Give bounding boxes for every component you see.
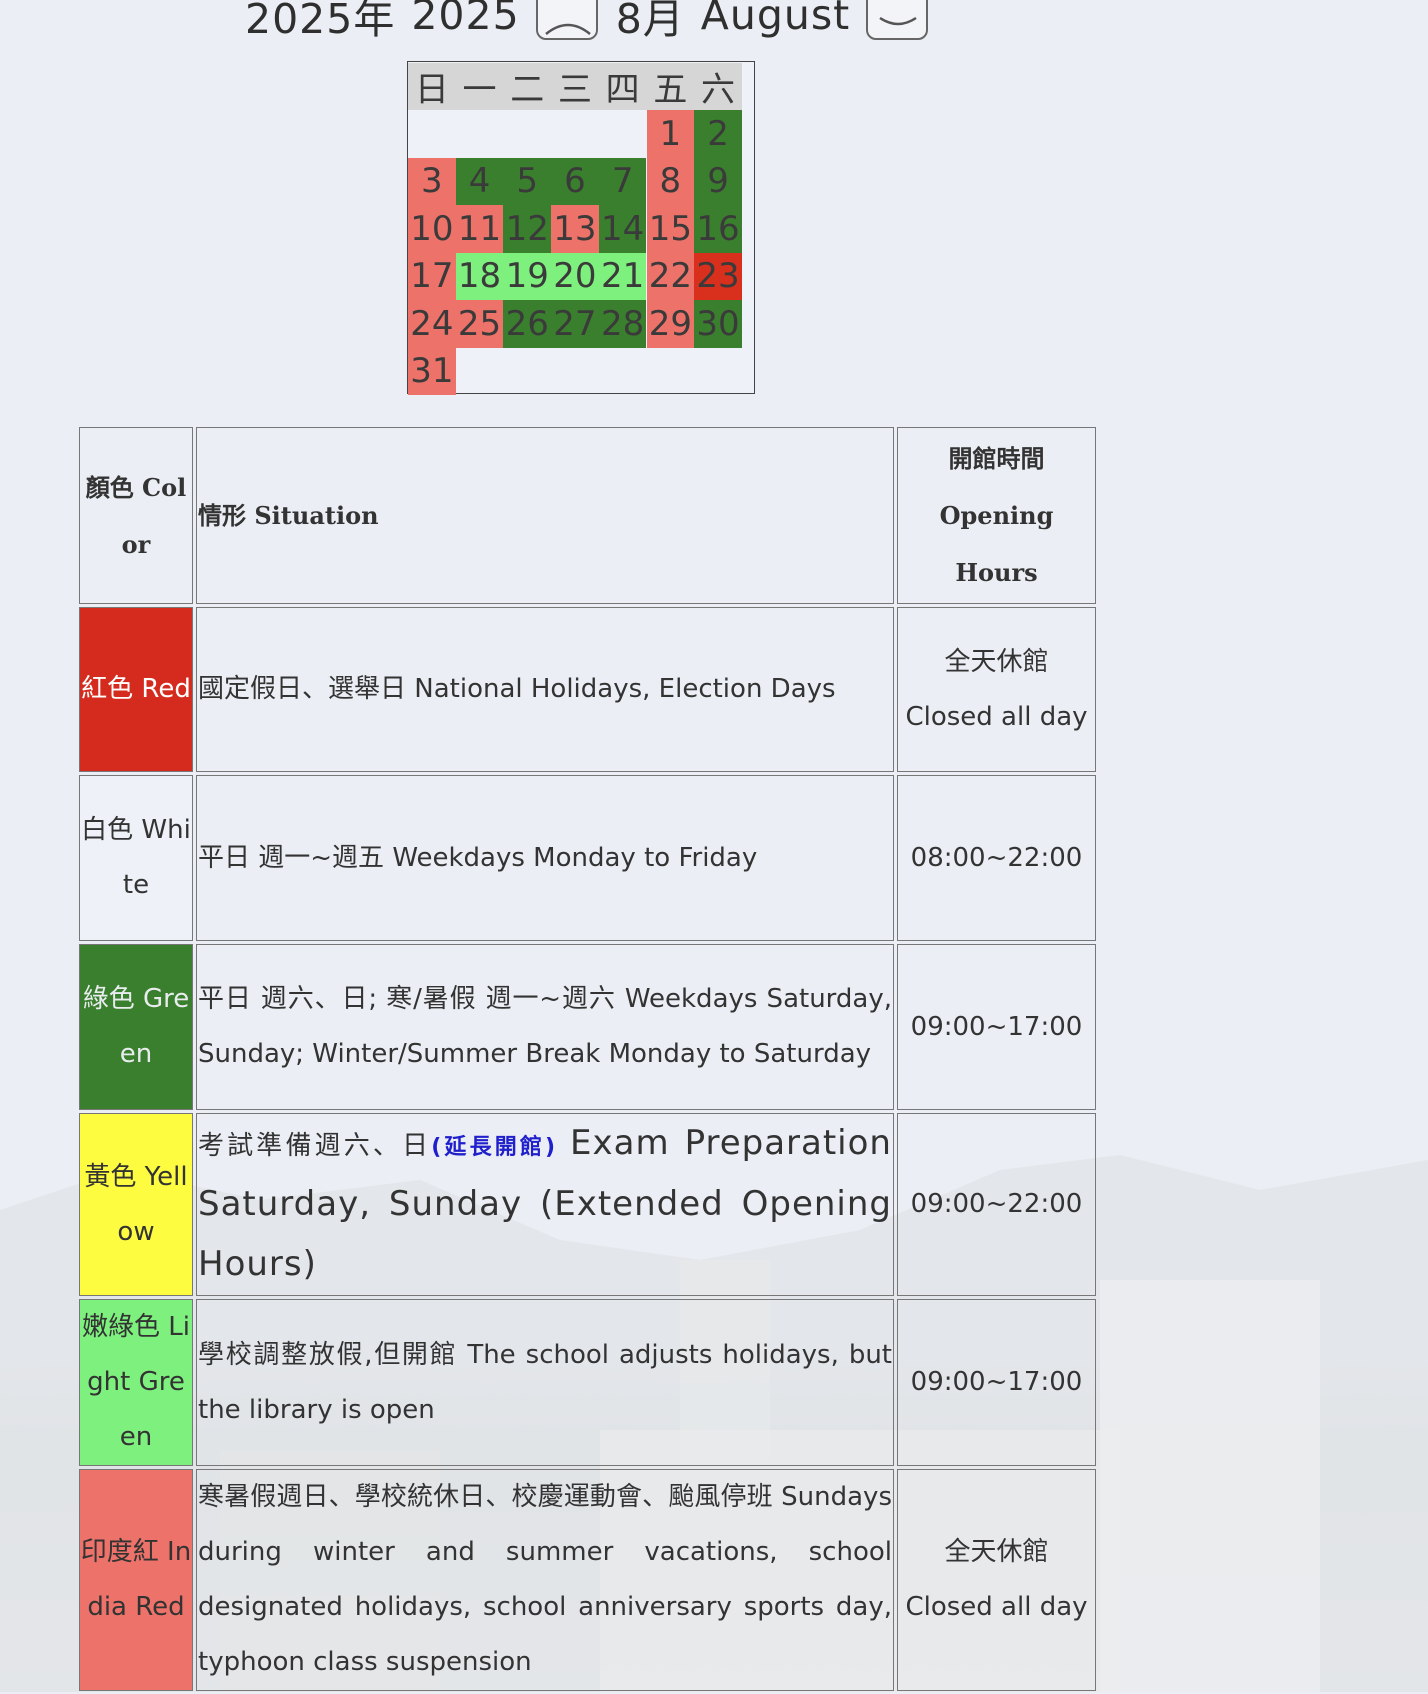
legend-row-white: 白色 White 平日 週一~週五 Weekdays Monday to Fri… (79, 775, 1096, 941)
calendar-day[interactable]: 28 (598, 300, 647, 348)
hours-cell-white: 08:00~22:00 (897, 775, 1096, 941)
calendar-day[interactable]: 1 (646, 110, 695, 158)
weekday-label: 六 (701, 70, 736, 111)
calendar-day[interactable]: 15 (646, 205, 695, 253)
calendar-day[interactable]: 31 (408, 347, 456, 395)
weekday-label: 四 (605, 70, 640, 111)
header-hours: 開館時間 Opening Hours (897, 427, 1096, 604)
weekday-label: 三 (557, 70, 592, 111)
hours-cell-red: 全天休館 Closed all day (897, 607, 1096, 772)
situation-text-cn: 考試準備週六、日 (198, 1131, 432, 1161)
calendar-header: 2025年 2025 8月 August (245, 0, 946, 44)
previous-button[interactable] (535, 0, 598, 40)
calendar-day[interactable]: 29 (646, 300, 695, 348)
situation-cell-light-green: 學校調整放假,但開館 The school adjusts holidays, … (196, 1299, 894, 1466)
legend-row-india-red: 印度紅 India Red 寒暑假週日、學校統休日、校慶運動會、颱風停班 Sun… (79, 1469, 1096, 1691)
hours-cell-india-red: 全天休館 Closed all day (897, 1469, 1096, 1691)
calendar-day[interactable]: 9 (694, 157, 742, 205)
legend-row-red: 紅色 Red 國定假日、選舉日 National Holidays, Elect… (79, 607, 1096, 772)
header-situation: 情形 Situation (196, 427, 894, 604)
calendar-day[interactable]: 12 (503, 205, 552, 253)
extended-hours-note: (延長開館) (431, 1135, 556, 1160)
calendar-day[interactable]: 19 (503, 252, 552, 300)
legend-table: 顏色 Color 情形 Situation 開館時間 Opening Hours… (76, 424, 1099, 1694)
color-cell-light-green: 嫩綠色 Light Green (79, 1299, 193, 1466)
calendar-day[interactable]: 10 (408, 205, 456, 253)
legend-row-green: 綠色 Green 平日 週六、日; 寒/暑假 週一~週六 Weekdays Sa… (79, 944, 1096, 1110)
situation-cell-yellow: 考試準備週六、日(延長開館) Exam Preparation Saturday… (196, 1113, 894, 1296)
weekday-header-row: 日一二三四五六 (408, 63, 742, 110)
year-label: 2025年 (245, 0, 396, 43)
calendar-day[interactable]: 13 (551, 205, 599, 253)
next-button[interactable] (866, 0, 929, 40)
hours-cell-light-green: 09:00~17:00 (897, 1299, 1096, 1466)
calendar-day[interactable]: 4 (455, 157, 504, 205)
situation-cell-white: 平日 週一~週五 Weekdays Monday to Friday (196, 775, 894, 941)
calendar-day[interactable]: 26 (503, 300, 552, 348)
calendar-day[interactable]: 6 (551, 157, 599, 205)
calendar-day[interactable]: 20 (551, 252, 599, 300)
month-calendar: 日一二三四五六 1 2 3 4 5 6 7 8 9 10 11 12 13 14 15 16 17 18 19 20 2… (407, 61, 755, 395)
hours-cell-yellow: 09:00~22:00 (897, 1113, 1096, 1296)
calendar-day[interactable]: 14 (598, 205, 647, 253)
color-cell-red: 紅色 Red (79, 607, 193, 772)
weekday-label: 五 (653, 70, 688, 111)
color-cell-yellow: 黃色 Yellow (79, 1113, 193, 1296)
calendar-day[interactable]: 17 (408, 252, 456, 300)
weekday-label: 一 (462, 70, 497, 111)
calendar-day[interactable]: 2 (694, 110, 742, 158)
calendar-day[interactable]: 5 (503, 157, 552, 205)
situation-cell-india-red: 寒暑假週日、學校統休日、校慶運動會、颱風停班 Sundays during wi… (196, 1469, 894, 1691)
color-cell-green: 綠色 Green (79, 944, 193, 1110)
legend-row-light-green: 嫩綠色 Light Green 學校調整放假,但開館 The school ad… (79, 1299, 1096, 1466)
chevron-up-icon (544, 23, 591, 35)
legend-header-row: 顏色 Color 情形 Situation 開館時間 Opening Hours (79, 427, 1096, 604)
calendar-day[interactable]: 21 (598, 252, 647, 300)
calendar-day[interactable]: 7 (598, 157, 647, 205)
calendar-day[interactable]: 11 (455, 205, 504, 253)
calendar-day[interactable]: 3 (408, 157, 456, 205)
legend-row-yellow: 黃色 Yellow 考試準備週六、日(延長開館) Exam Preparatio… (79, 1113, 1096, 1296)
header-color: 顏色 Color (79, 427, 193, 604)
hours-cell-green: 09:00~17:00 (897, 944, 1096, 1110)
calendar-day[interactable]: 30 (694, 300, 742, 348)
color-cell-white: 白色 White (79, 775, 193, 941)
calendar-day[interactable]: 23 (694, 252, 742, 300)
calendar-day[interactable]: 27 (551, 300, 599, 348)
year-value: 2025 (411, 0, 520, 39)
month-label: 8月 (615, 0, 685, 43)
weekday-label: 日 (414, 70, 449, 111)
calendar-day[interactable]: 18 (455, 252, 504, 300)
calendar-day[interactable]: 8 (646, 157, 695, 205)
color-cell-india-red: 印度紅 India Red (79, 1469, 193, 1691)
month-value: August (700, 0, 851, 39)
situation-cell-red: 國定假日、選舉日 National Holidays, Election Day… (196, 607, 894, 772)
situation-cell-green: 平日 週六、日; 寒/暑假 週一~週六 Weekdays Saturday, S… (196, 944, 894, 1110)
calendar-day[interactable]: 24 (408, 300, 456, 348)
calendar-day[interactable]: 22 (646, 252, 695, 300)
weekday-label: 二 (510, 70, 545, 111)
chevron-down-icon (879, 16, 917, 26)
calendar-day[interactable]: 16 (694, 205, 742, 253)
calendar-day[interactable]: 25 (455, 300, 504, 348)
